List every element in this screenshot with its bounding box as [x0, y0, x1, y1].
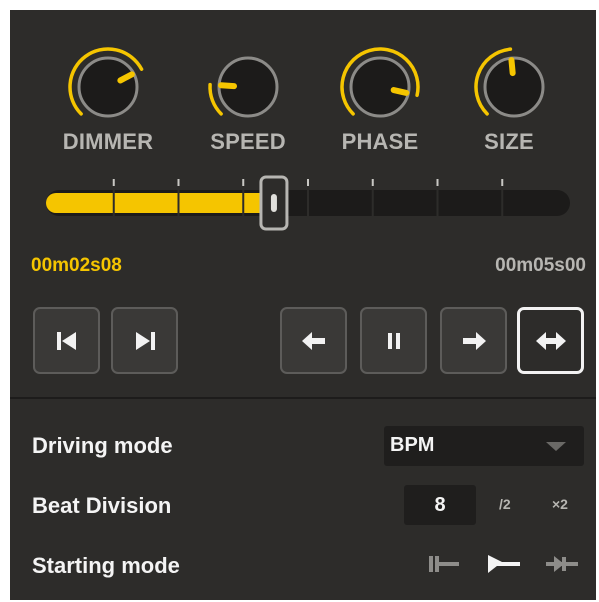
skip-to-end-button[interactable] [111, 307, 178, 374]
effect-panel: DIMMER SPEED PHASE SIZE 00m02s08 00m05s0… [10, 10, 596, 600]
timeline-segment-divider [112, 190, 115, 216]
timeline-tick [242, 179, 245, 186]
timeline-tick [436, 179, 439, 186]
halve-button[interactable]: /2 [499, 496, 511, 512]
start-left-button[interactable] [426, 552, 462, 581]
arrows-left-right-icon [535, 331, 566, 350]
beat-division-field[interactable]: 8 [404, 485, 476, 525]
current-time: 00m02s08 [31, 255, 122, 276]
timeline-handle-grip [270, 194, 277, 212]
pause-icon [387, 332, 400, 349]
timeline-segment-divider [177, 190, 180, 216]
skip-to-start-icon [56, 331, 76, 350]
timeline-tick [501, 179, 504, 186]
start-right-button[interactable] [544, 552, 580, 581]
total-time: 00m05s00 [495, 255, 586, 276]
timeline-progress [46, 193, 274, 213]
arrow-left-icon [301, 331, 325, 350]
dropdown-arrow-icon [546, 442, 566, 451]
timeline-segment-divider [371, 190, 374, 216]
skip-to-start-button[interactable] [33, 307, 100, 374]
timeline-segment-divider [436, 190, 439, 216]
timeline-tick [177, 179, 180, 186]
timeline-tick [307, 179, 309, 186]
start-center-button[interactable] [486, 552, 522, 581]
skip-to-end-icon [135, 331, 155, 350]
driving-mode-label: Driving mode [32, 433, 173, 458]
beat-division-label: Beat Division [32, 493, 172, 518]
start-center-icon [488, 555, 520, 573]
start-right-icon [546, 556, 578, 572]
start-left-icon [429, 556, 459, 572]
double-button[interactable]: ×2 [552, 496, 568, 512]
timeline-tick [371, 179, 374, 186]
section-divider [10, 397, 596, 399]
timeline-tick [112, 179, 115, 186]
play-backward-button[interactable] [280, 307, 347, 374]
driving-mode-select[interactable]: BPM [384, 426, 584, 466]
timeline-slider[interactable] [10, 10, 596, 240]
timeline-segment-divider [242, 190, 245, 216]
starting-mode-label: Starting mode [32, 553, 180, 578]
driving-mode-value: BPM [390, 434, 435, 456]
play-forward-button[interactable] [440, 307, 507, 374]
timeline-segment-divider [307, 190, 309, 216]
timeline-segment-divider [501, 190, 504, 216]
arrow-right-icon [462, 331, 486, 350]
ping-pong-button[interactable] [517, 307, 584, 374]
pause-button[interactable] [360, 307, 427, 374]
